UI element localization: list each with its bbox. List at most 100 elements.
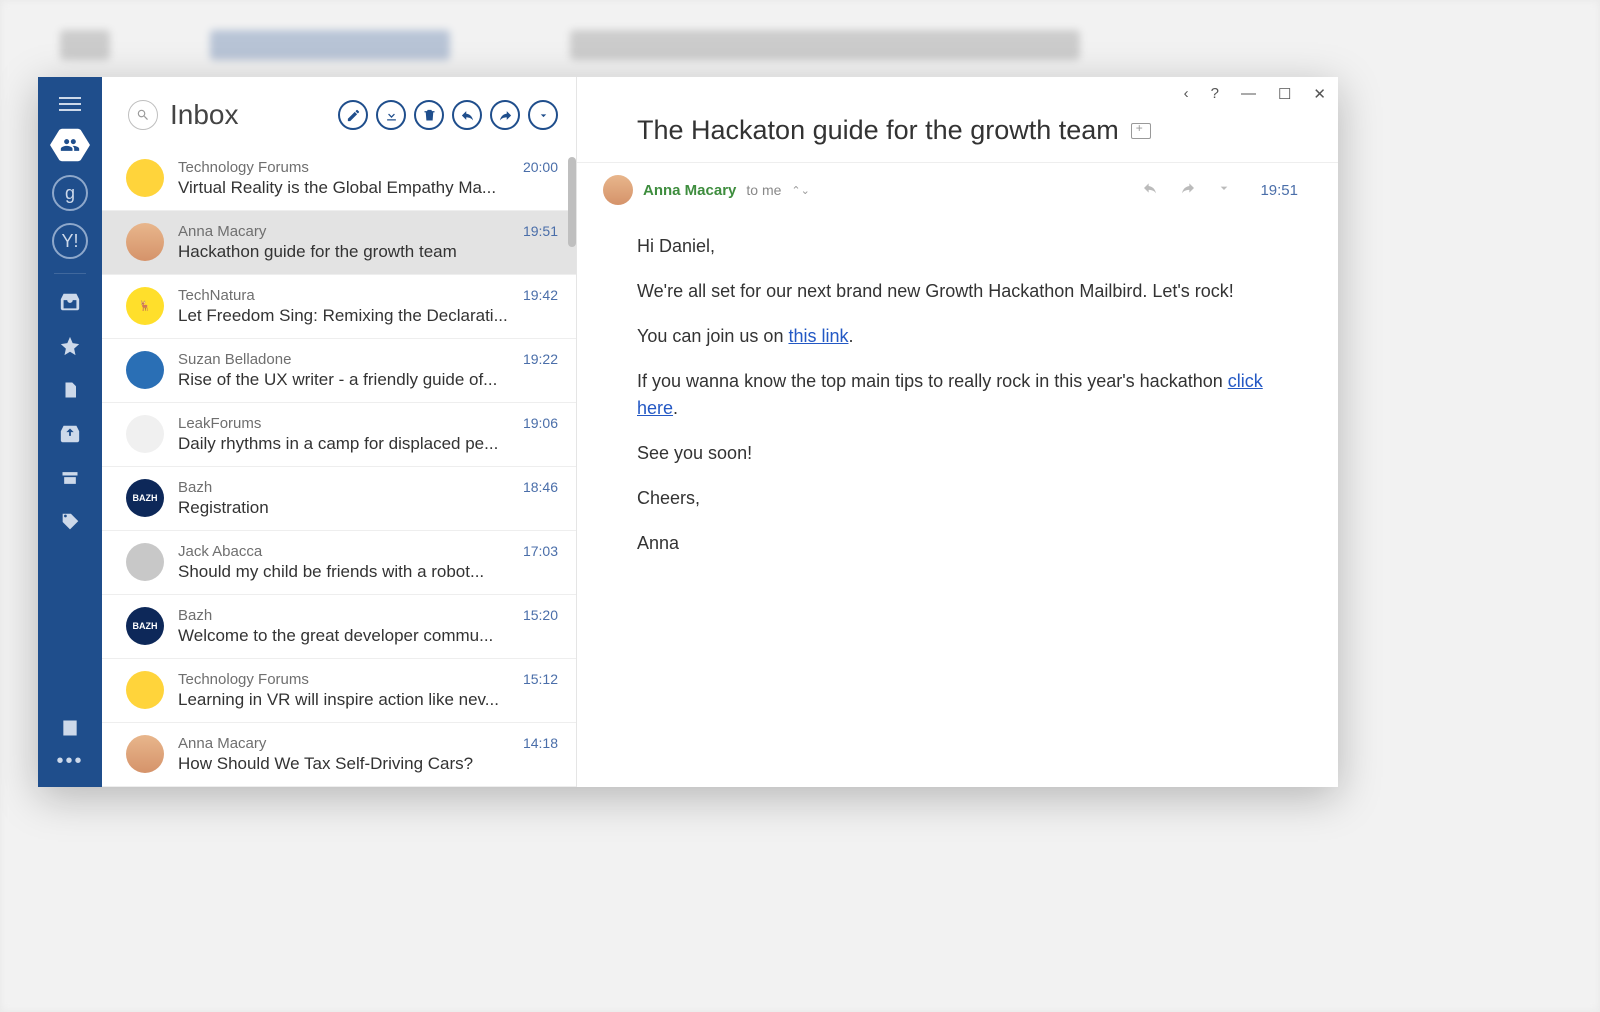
mail-item[interactable]: BAZHBazh15:20Welcome to the great develo… [102,595,576,659]
mail-time: 15:12 [523,671,558,688]
body-line: If you wanna know the top main tips to r… [637,368,1278,422]
mail-time: 20:00 [523,159,558,176]
mail-subject: Welcome to the great developer commu... [178,626,558,646]
contacts-icon [60,718,80,738]
mail-item[interactable]: BAZHBazh18:46Registration [102,467,576,531]
close-button[interactable]: ✕ [1313,85,1326,103]
download-button[interactable] [376,100,406,130]
mail-avatar [126,223,164,261]
minimize-button[interactable]: — [1241,85,1256,103]
mail-item[interactable]: Anna Macary14:18How Should We Tax Self-D… [102,723,576,787]
mail-time: 15:20 [523,607,558,624]
mail-subject: Should my child be friends with a robot.… [178,562,558,582]
mail-list-column: Inbox Technology Forums20:00Virtual Real… [102,77,577,787]
message-meta: Anna Macary to me ⌃⌄ 19:51 [577,162,1338,223]
account-all[interactable] [50,127,90,163]
nav-drafts[interactable] [38,368,102,412]
yahoo-icon: Y! [61,231,78,252]
mail-item[interactable]: 🦌TechNatura19:42Let Freedom Sing: Remixi… [102,275,576,339]
back-button[interactable]: ‹ [1184,85,1189,103]
sender-avatar [603,175,633,205]
mail-time: 17:03 [523,543,558,560]
mail-sender: Bazh [178,479,212,496]
mail-item[interactable]: Jack Abacca 17:03 Should my child be frien… [102,531,576,595]
mail-sender: Bazh [178,607,212,624]
reply-icon [1140,180,1160,196]
msg-reply-button[interactable] [1140,180,1160,201]
download-icon [384,108,399,123]
nav-starred[interactable] [38,324,102,368]
mail-sender: LeakForums [178,415,261,432]
hamburger-menu-button[interactable] [38,87,102,121]
body-link-join[interactable]: this link [788,326,848,346]
app-window: g Y! ••• Inbox [38,77,1338,787]
msg-forward-button[interactable] [1178,180,1198,201]
mail-subject: Daily rhythms in a camp for displaced pe… [178,434,558,454]
mail-item[interactable]: Technology Forums20:00Virtual Reality is… [102,147,576,211]
sender-name: Anna Macary [643,182,736,199]
nav-archive[interactable] [38,456,102,500]
mail-item[interactable]: Anna Macary19:51Hackathon guide for the … [102,211,576,275]
mail-list[interactable]: Technology Forums20:00Virtual Reality is… [102,147,576,787]
mail-time: 19:22 [523,351,558,368]
mail-item[interactable]: Suzan Belladone19:22Rise of the UX write… [102,339,576,403]
help-button[interactable]: ? [1211,85,1219,103]
recipient-text: to me [746,182,781,198]
account-google[interactable]: g [52,175,88,211]
mail-avatar [126,159,164,197]
mail-item[interactable]: Technology Forums15:12Learning in VR wil… [102,659,576,723]
body-line: Cheers, [637,485,1278,512]
mail-sender: Jack Abacca [178,543,262,560]
forward-icon [1178,180,1198,196]
archive-icon [59,468,81,488]
expand-recipients-button[interactable]: ⌃⌄ [791,184,809,197]
nav-inbox[interactable] [38,280,102,324]
message-time: 19:51 [1260,182,1298,199]
mail-sender: Technology Forums [178,159,309,176]
mail-avatar: 🦌 [126,287,164,325]
mail-avatar [126,671,164,709]
mail-subject: Registration [178,498,558,518]
nav-tags[interactable] [38,500,102,544]
sidebar: g Y! ••• [38,77,102,787]
mail-avatar [126,415,164,453]
open-in-window-button[interactable] [1131,123,1151,139]
forward-button[interactable] [490,100,520,130]
compose-icon [346,108,361,123]
inbox-icon [59,291,81,313]
mail-sender: Anna Macary [178,735,266,752]
mail-avatar: BAZH [126,479,164,517]
body-line: You can join us on this link. [637,323,1278,350]
maximize-button[interactable]: ☐ [1278,85,1291,103]
star-icon [59,335,81,357]
folder-title: Inbox [170,99,326,131]
trash-icon [422,108,437,123]
forward-icon [498,108,513,123]
outbox-icon [59,423,81,445]
mail-subject: Hackathon guide for the growth team [178,242,558,262]
sidebar-divider [54,273,86,274]
compose-button[interactable] [338,100,368,130]
delete-button[interactable] [414,100,444,130]
mail-avatar [126,735,164,773]
account-yahoo[interactable]: Y! [52,223,88,259]
reply-button[interactable] [452,100,482,130]
list-scrollbar[interactable] [568,157,576,247]
list-header: Inbox [102,77,576,147]
msg-more-button[interactable] [1216,180,1232,201]
body-line: See you soon! [637,440,1278,467]
chevron-down-icon [537,109,550,122]
mail-item[interactable]: LeakForums19:06Daily rhythms in a camp f… [102,403,576,467]
mail-avatar [126,351,164,389]
nav-sent[interactable] [38,412,102,456]
nav-contacts[interactable] [38,706,102,750]
mail-time: 19:51 [523,223,558,240]
document-icon [61,380,79,400]
mail-subject: Let Freedom Sing: Remixing the Declarati… [178,306,558,326]
mail-avatar [126,543,164,581]
mail-sender: TechNatura [178,287,255,304]
nav-more[interactable]: ••• [56,750,83,773]
more-actions-button[interactable] [528,100,558,130]
mail-time: 14:18 [523,735,558,752]
search-button[interactable] [128,100,158,130]
